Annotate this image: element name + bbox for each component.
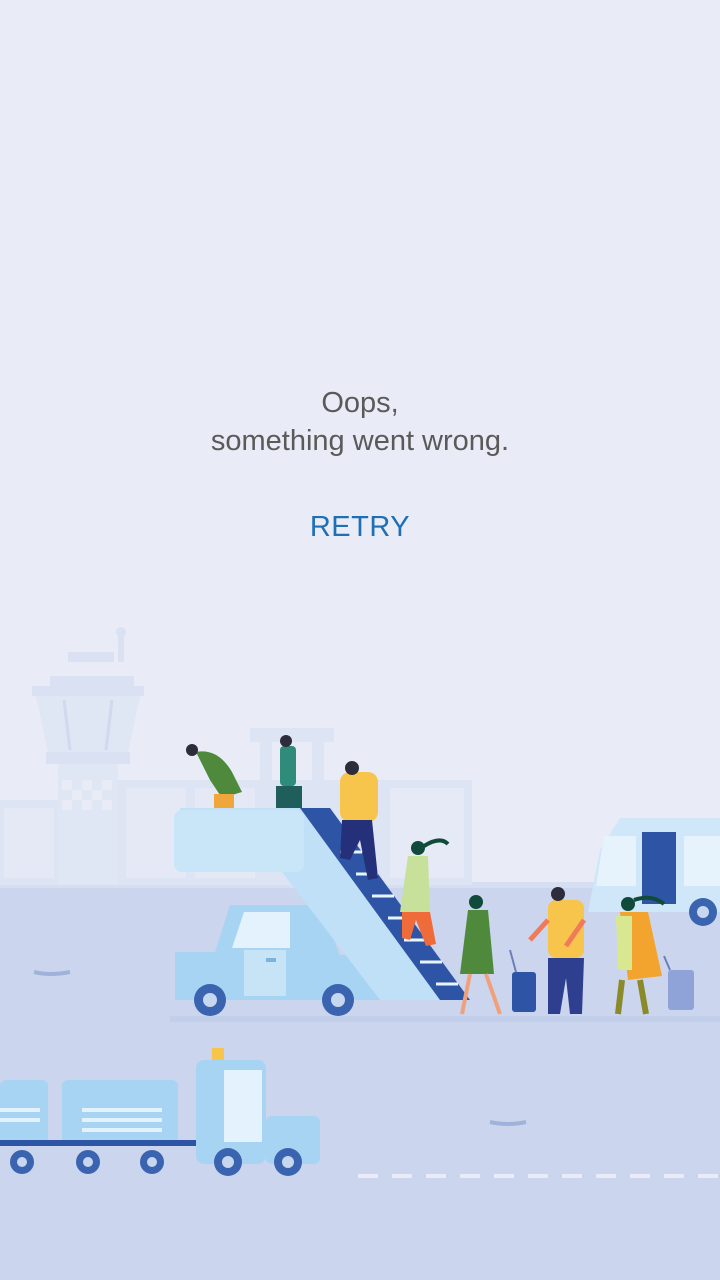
error-title-line2: something went wrong.	[210, 425, 510, 457]
retry-button[interactable]: RETRY	[280, 502, 440, 552]
airport-boarding-illustration	[0, 627, 720, 1280]
error-screen: Oops, something went wrong. RETRY	[0, 0, 720, 1280]
bus-icon	[588, 818, 720, 926]
error-message: Oops, something went wrong.	[0, 384, 720, 460]
error-title-line1: Oops,	[321, 387, 399, 419]
